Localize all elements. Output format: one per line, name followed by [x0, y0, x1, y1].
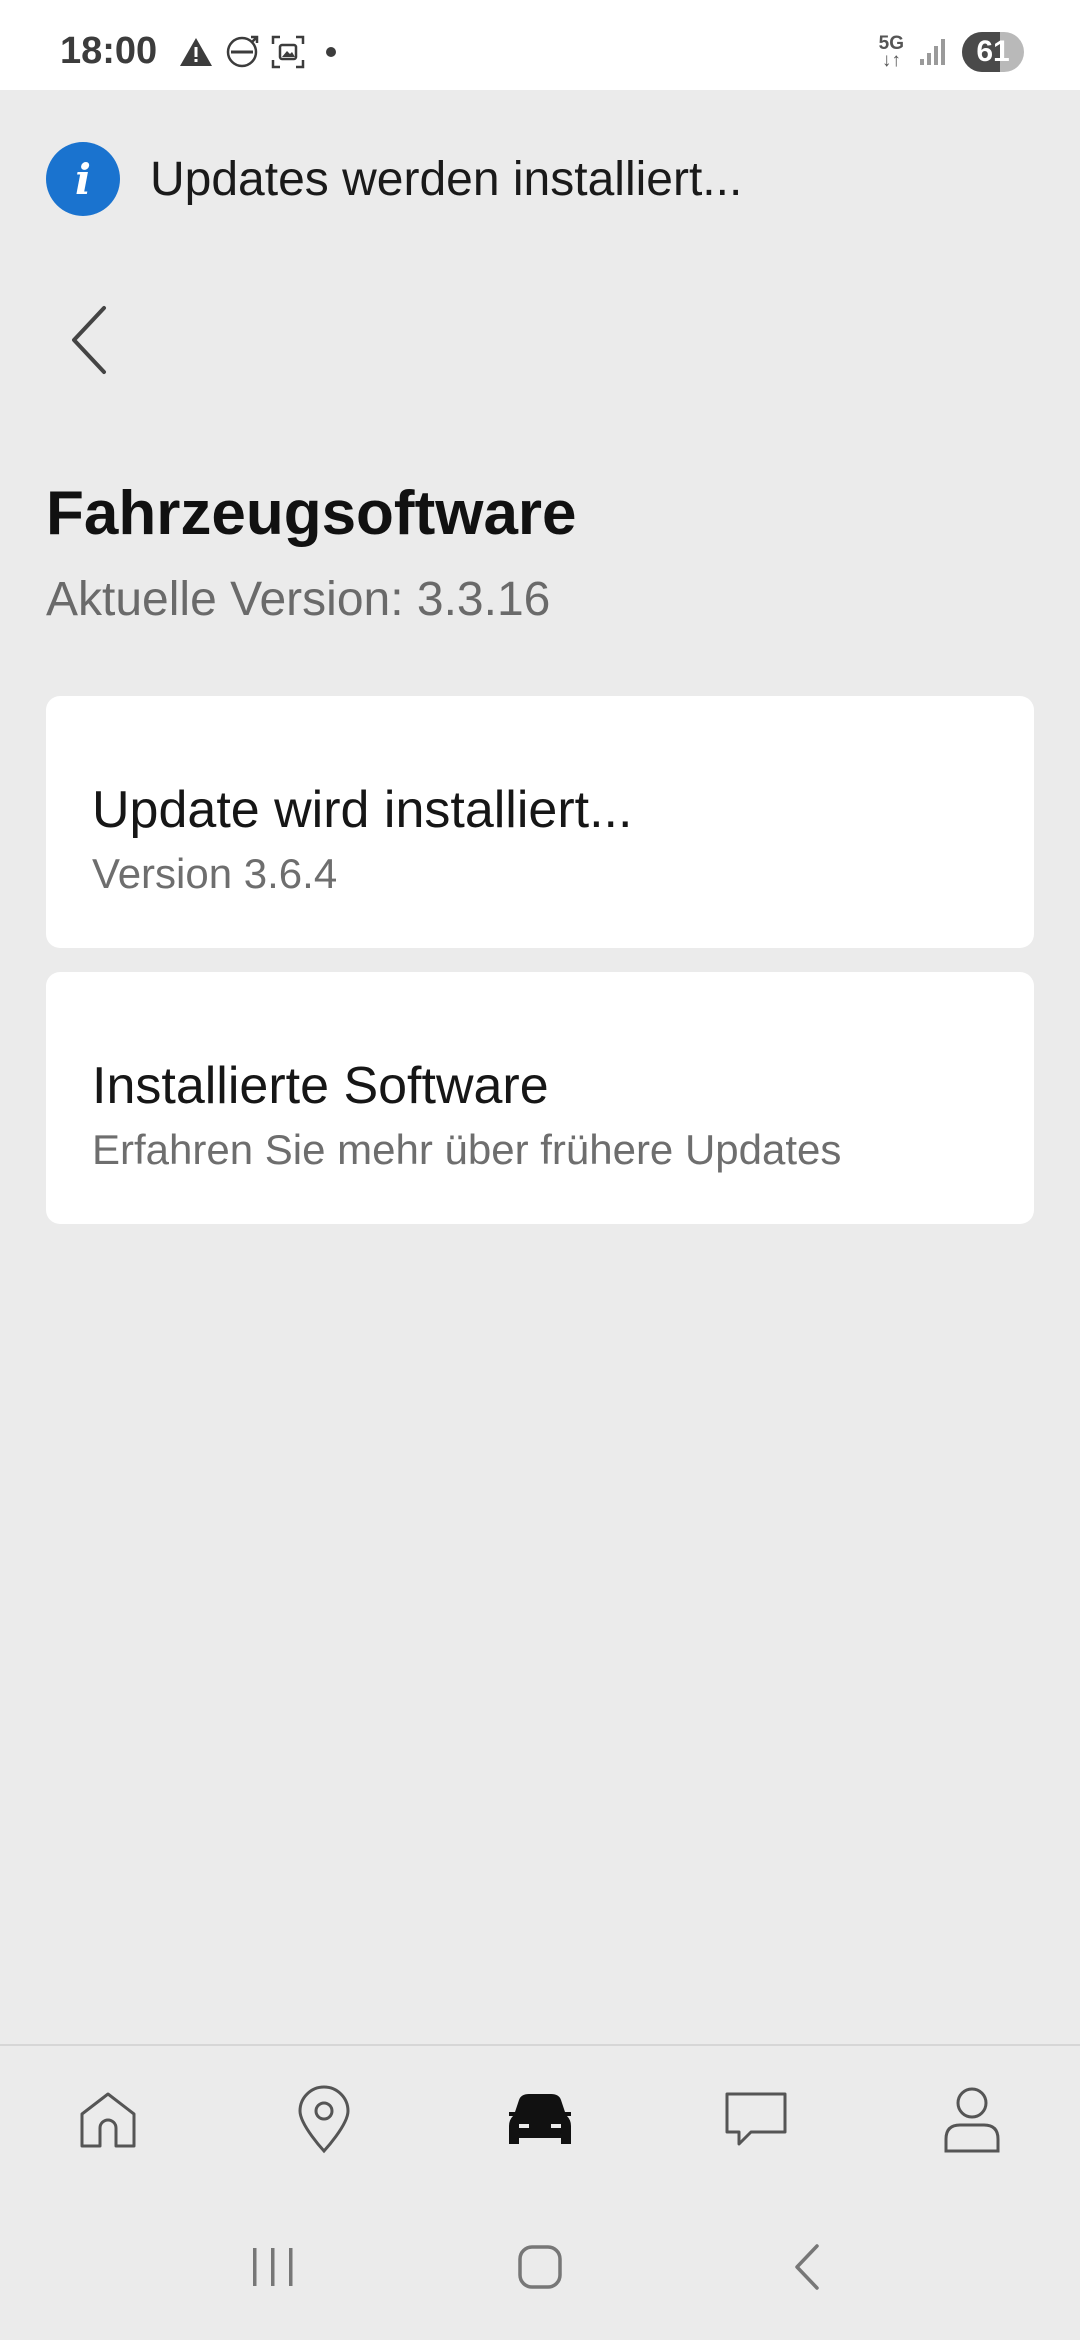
- nav-home[interactable]: [58, 2070, 158, 2170]
- signal-icon: [920, 39, 945, 65]
- installed-software-card[interactable]: Installierte Software Erfahren Sie mehr …: [46, 972, 1034, 1224]
- screenshot-icon: [271, 35, 305, 69]
- warning-icon: [180, 38, 212, 66]
- recent-apps-button[interactable]: [228, 2227, 318, 2307]
- location-pin-icon: [298, 2085, 350, 2154]
- network-5g-icon: 5G ↓↑: [878, 33, 904, 71]
- profile-icon: [944, 2087, 1000, 2153]
- system-status-icons: 5G ↓↑ 61: [879, 32, 1024, 72]
- page-title: Fahrzeugsoftware: [46, 479, 577, 548]
- home-icon: [80, 2092, 136, 2148]
- back-icon: [794, 2244, 819, 2290]
- battery-level: 61: [976, 35, 1010, 68]
- chat-icon: [725, 2092, 787, 2146]
- nav-profile[interactable]: [922, 2070, 1022, 2170]
- card-title: Installierte Software: [92, 1057, 549, 1115]
- dot-icon: [326, 47, 336, 57]
- info-banner: i Updates werden installiert...: [46, 142, 742, 216]
- current-version: Aktuelle Version: 3.3.16: [46, 573, 551, 626]
- nav-car[interactable]: [490, 2070, 590, 2170]
- system-navigation: [0, 2194, 1080, 2340]
- info-banner-text: Updates werden installiert...: [150, 152, 743, 206]
- battery-indicator: 61: [962, 32, 1024, 72]
- nav-map[interactable]: [274, 2070, 374, 2170]
- recent-apps-icon: [253, 2248, 293, 2286]
- info-icon: i: [46, 142, 120, 216]
- status-bar: 18:00 5G ↓↑ 61: [0, 0, 1080, 90]
- status-time: 18:00: [60, 30, 158, 72]
- car-icon: [509, 2094, 571, 2144]
- volvo-logo-icon: [226, 35, 259, 68]
- home-button-icon: [518, 2245, 562, 2289]
- system-back-button[interactable]: [762, 2227, 852, 2307]
- bottom-navigation: [0, 2044, 1080, 2194]
- card-title: Update wird installiert...: [92, 781, 633, 839]
- notification-icons: [178, 34, 346, 70]
- back-button[interactable]: [54, 300, 124, 380]
- nav-messages[interactable]: [706, 2070, 806, 2170]
- update-installing-card[interactable]: Update wird installiert... Version 3.6.4: [46, 696, 1034, 948]
- card-subtitle: Version 3.6.4: [92, 850, 338, 897]
- card-subtitle: Erfahren Sie mehr über frühere Updates: [92, 1126, 842, 1173]
- chevron-left-icon: [72, 306, 106, 374]
- home-button[interactable]: [495, 2227, 585, 2307]
